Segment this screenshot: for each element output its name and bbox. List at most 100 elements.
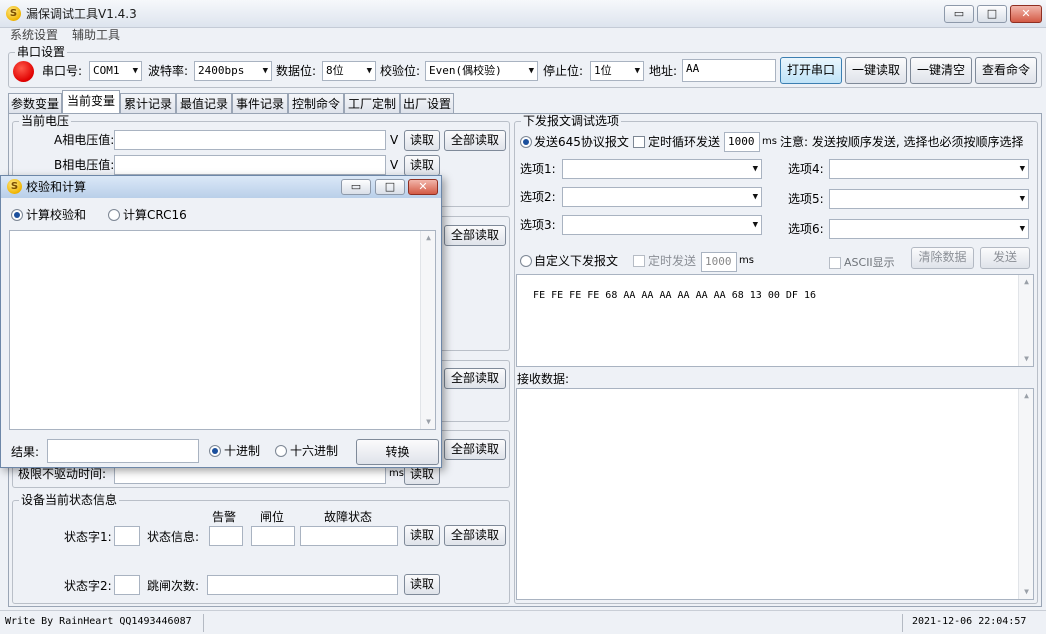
frame-editor-scrollbar[interactable]: ▲ ▼ xyxy=(1018,275,1033,366)
address-input[interactable]: AA xyxy=(682,59,776,82)
checksum-input-scrollbar[interactable]: ▲ ▼ xyxy=(420,231,435,429)
ascii-checkbox[interactable] xyxy=(829,257,841,269)
send645-radio[interactable] xyxy=(520,136,532,148)
option3-select[interactable]: ▼ xyxy=(562,215,762,235)
view-commands-button[interactable]: 查看命令 xyxy=(975,57,1037,84)
fault-field[interactable] xyxy=(300,526,398,546)
read-all-button[interactable]: 一键读取 xyxy=(845,57,907,84)
status-bar: Write By RainHeart QQ1493446087 2021-12-… xyxy=(0,610,1046,634)
order-note: 注意: 发送按顺序发送, 选择也必须按顺序选择 xyxy=(780,135,1024,149)
b-voltage-field[interactable] xyxy=(114,155,386,175)
tab-control[interactable]: 控制命令 xyxy=(288,93,344,114)
current-voltage-title: 当前电压 xyxy=(19,114,72,128)
convert-button[interactable]: 转换 xyxy=(356,439,439,465)
parity-label: 校验位: xyxy=(380,64,421,78)
status-datetime: 2021-12-06 22:04:57 xyxy=(912,616,1027,627)
option2-select[interactable]: ▼ xyxy=(562,187,762,207)
scroll-down-icon[interactable]: ▼ xyxy=(421,415,435,429)
custom-frame-label: 自定义下发报文 xyxy=(534,254,619,268)
tab-extremes[interactable]: 最值记录 xyxy=(176,93,232,114)
timed-interval-input[interactable]: 1000 xyxy=(701,252,737,272)
option4-select[interactable]: ▼ xyxy=(829,159,1029,179)
dialog-close-button[interactable]: ✕ xyxy=(408,179,438,195)
status-read-button[interactable]: 读取 xyxy=(404,525,440,546)
tab-cumulative[interactable]: 累计记录 xyxy=(120,93,176,114)
hex-radio-label: 十六进制 xyxy=(290,444,339,458)
custom-frame-radio[interactable] xyxy=(520,255,532,267)
checksum-radio[interactable] xyxy=(11,209,23,221)
tab-events[interactable]: 事件记录 xyxy=(232,93,288,114)
baud-select[interactable]: 2400bps ▼ xyxy=(194,61,272,81)
menu-aux-tools[interactable]: 辅助工具 xyxy=(72,26,120,44)
decimal-radio[interactable] xyxy=(209,445,221,457)
loop-ms-unit: ms xyxy=(762,136,777,147)
b-voltage-label: B相电压值: xyxy=(54,158,115,172)
receive-scrollbar[interactable]: ▲ ▼ xyxy=(1018,389,1033,599)
b-voltage-read-button[interactable]: 读取 xyxy=(404,155,440,176)
scroll-up-icon[interactable]: ▲ xyxy=(1019,275,1033,289)
group4-read-all-button[interactable]: 全部读取 xyxy=(444,439,506,460)
chevron-down-icon: ▼ xyxy=(262,66,268,76)
databits-select[interactable]: 8位 ▼ xyxy=(322,61,376,81)
close-button[interactable]: ✕ xyxy=(1010,5,1042,23)
open-port-button[interactable]: 打开串口 xyxy=(780,57,842,84)
option5-label: 选项5: xyxy=(788,192,824,206)
a-voltage-read-button[interactable]: 读取 xyxy=(404,130,440,151)
menu-system-settings[interactable]: 系统设置 xyxy=(10,26,58,44)
timed-send-label: 定时发送 xyxy=(648,254,697,268)
loop-interval-input[interactable]: 1000 xyxy=(724,132,760,152)
timed-send-checkbox[interactable] xyxy=(633,255,645,267)
dialog-title-bar[interactable]: S 校验和计算 ▭ □ ✕ xyxy=(1,176,441,198)
fault-header: 故障状态 xyxy=(324,510,373,524)
status2-field[interactable] xyxy=(114,575,140,595)
a-voltage-field[interactable] xyxy=(114,130,386,150)
voltage-read-all-button[interactable]: 全部读取 xyxy=(444,130,506,151)
option6-select[interactable]: ▼ xyxy=(829,219,1029,239)
tab-current-vars[interactable]: 当前变量 xyxy=(62,90,120,114)
checksum-dialog: S 校验和计算 ▭ □ ✕ 计算校验和 计算CRC16 ▲ ▼ 结果: 十进制 … xyxy=(0,175,442,468)
scroll-up-icon[interactable]: ▲ xyxy=(421,231,435,245)
tab-factory-settings[interactable]: 出厂设置 xyxy=(400,93,454,114)
option1-select[interactable]: ▼ xyxy=(562,159,762,179)
receive-area[interactable]: ▲ ▼ xyxy=(516,388,1034,600)
checksum-input-area[interactable]: ▲ ▼ xyxy=(9,230,436,430)
trip-count-field[interactable] xyxy=(207,575,398,595)
clear-all-button[interactable]: 一键清空 xyxy=(910,57,972,84)
main-title-bar: S 漏保调试工具V1.4.3 ▭ □ ✕ xyxy=(0,0,1046,28)
trip-count-read-button[interactable]: 读取 xyxy=(404,574,440,595)
result-field[interactable] xyxy=(47,439,199,463)
status1-field[interactable] xyxy=(114,526,140,546)
hex-radio[interactable] xyxy=(275,445,287,457)
loop-send-checkbox[interactable] xyxy=(633,136,645,148)
tab-param-vars[interactable]: 参数变量 xyxy=(8,93,62,114)
maximize-button[interactable]: □ xyxy=(977,5,1007,23)
parity-select[interactable]: Even(偶校验) ▼ xyxy=(425,61,538,81)
alarm-field[interactable] xyxy=(209,526,243,546)
minimize-button[interactable]: ▭ xyxy=(944,5,974,23)
send-button[interactable]: 发送 xyxy=(980,247,1030,269)
gate-field[interactable] xyxy=(251,526,295,546)
chevron-down-icon: ▼ xyxy=(132,66,138,76)
crc16-radio[interactable] xyxy=(108,209,120,221)
group3-read-all-button[interactable]: 全部读取 xyxy=(444,368,506,389)
stopbits-select[interactable]: 1位 ▼ xyxy=(590,61,644,81)
dialog-maximize-button[interactable]: □ xyxy=(375,179,405,195)
recv-label: 接收数据: xyxy=(517,372,570,386)
baud-label: 波特率: xyxy=(148,64,189,78)
scroll-down-icon[interactable]: ▼ xyxy=(1019,585,1033,599)
chevron-down-icon: ▼ xyxy=(752,192,758,202)
status-read-all-button[interactable]: 全部读取 xyxy=(444,525,506,546)
clear-data-button[interactable]: 清除数据 xyxy=(911,247,974,269)
group2-read-all-button[interactable]: 全部读取 xyxy=(444,225,506,246)
dialog-minimize-button[interactable]: ▭ xyxy=(341,179,371,195)
a-voltage-label: A相电压值: xyxy=(54,133,115,147)
crc16-radio-label: 计算CRC16 xyxy=(123,208,187,222)
dialog-app-icon: S xyxy=(7,179,22,194)
scroll-down-icon[interactable]: ▼ xyxy=(1019,352,1033,366)
option5-select[interactable]: ▼ xyxy=(829,189,1029,209)
tab-factory-custom[interactable]: 工厂定制 xyxy=(344,93,400,114)
frame-editor[interactable]: FE FE FE FE 68 AA AA AA AA AA AA 68 13 0… xyxy=(516,274,1034,367)
scroll-up-icon[interactable]: ▲ xyxy=(1019,389,1033,403)
status-divider xyxy=(902,614,903,632)
port-select[interactable]: COM1 ▼ xyxy=(89,61,142,81)
